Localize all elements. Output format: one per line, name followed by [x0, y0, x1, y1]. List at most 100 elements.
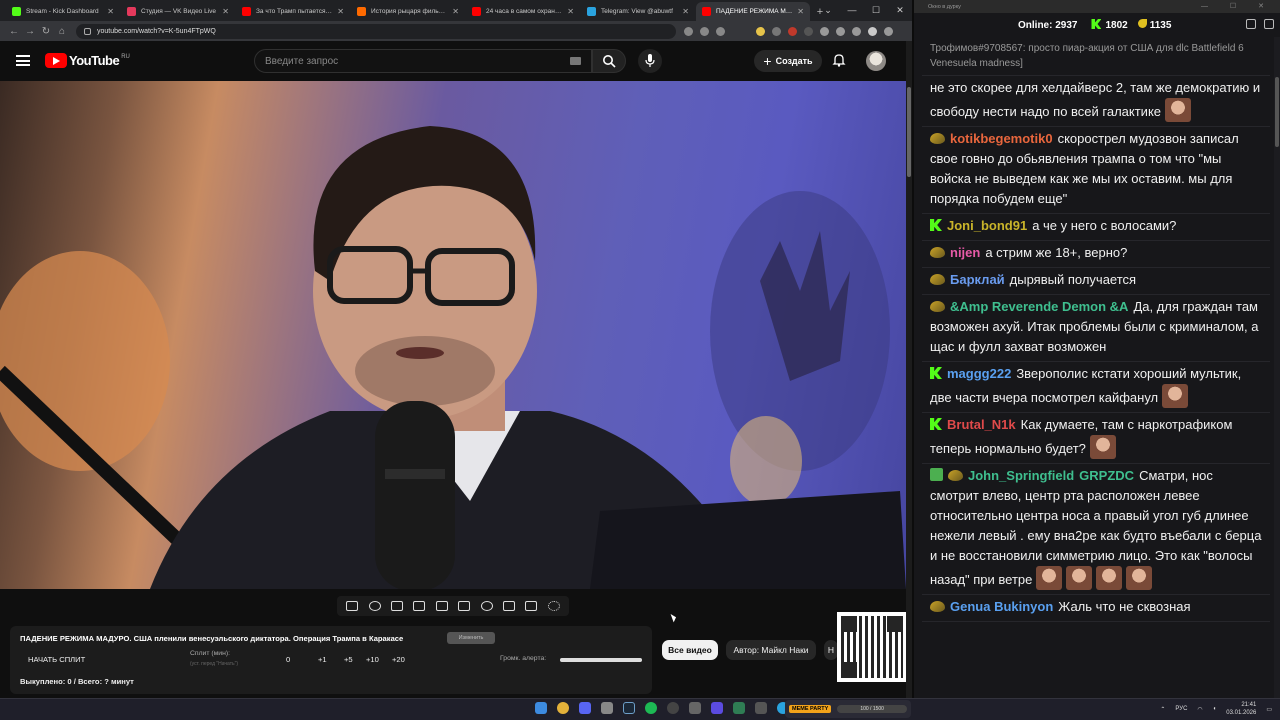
close-tab-icon[interactable]: ✕ [107, 7, 114, 16]
notifications-icon[interactable]: ▭ [1266, 706, 1272, 713]
youtube-logo[interactable]: YouTube RU [45, 53, 130, 68]
add-20-button[interactable]: +20 [392, 655, 405, 664]
download-icon[interactable] [836, 26, 845, 36]
tab-search-icon[interactable]: ⌄ [816, 0, 840, 20]
clock[interactable]: 21:41 03.01.2026 [1226, 701, 1256, 717]
profile-icon[interactable] [868, 26, 877, 36]
zoom-icon[interactable] [684, 26, 693, 36]
extension-yellow-icon[interactable] [756, 26, 765, 36]
chat-username[interactable]: Genua Bukinyon [950, 599, 1053, 614]
start-windows-icon[interactable] [535, 702, 547, 714]
create-button[interactable]: + Создать [754, 50, 822, 72]
meme-party-widget[interactable]: MEME PARTY 100 / 1500 [785, 700, 911, 718]
chat-settings-icon[interactable] [1246, 19, 1256, 29]
split-view-icon[interactable] [852, 26, 861, 36]
language-indicator[interactable]: РУС [1175, 706, 1187, 712]
chat-username[interactable]: maggg222 [947, 366, 1011, 381]
cast-icon[interactable] [700, 26, 709, 36]
app-icon[interactable] [733, 702, 745, 714]
search-button[interactable] [592, 49, 626, 73]
filter-all-videos[interactable]: Все видео [662, 640, 718, 660]
account-avatar[interactable] [866, 51, 886, 71]
keyboard-icon[interactable] [570, 57, 581, 65]
page-scrollbar-thumb[interactable] [907, 87, 911, 177]
menu-dots-icon[interactable] [884, 26, 893, 36]
chat-scrollbar[interactable] [1274, 37, 1280, 698]
chat-username[interactable]: Brutal_N1k [947, 417, 1016, 432]
chat-username[interactable]: nijen [950, 245, 980, 260]
edit-chip[interactable]: Изменить [447, 632, 495, 644]
reload-icon[interactable]: ↻ [38, 26, 54, 37]
close-tab-icon[interactable]: ✕ [567, 7, 574, 16]
tab-film[interactable]: История рыцаря фильм, 2001✕ [351, 2, 465, 21]
chat-emote[interactable] [1165, 98, 1192, 122]
chat-username[interactable]: Joni_bond91 [947, 218, 1027, 233]
close-tab-icon[interactable]: ✕ [682, 7, 689, 16]
extension-grey-icon[interactable] [772, 26, 781, 36]
minimize-button[interactable]: — [840, 0, 864, 20]
wifi-icon[interactable]: ◠ [1197, 706, 1202, 713]
stats-icon[interactable] [458, 601, 471, 611]
theater-icon[interactable] [435, 601, 448, 611]
loop-icon[interactable] [346, 601, 359, 611]
tab-youtube-2[interactable]: 24 часа в самом охраняемом✕ [466, 2, 580, 21]
clip-icon[interactable] [502, 601, 515, 611]
settings-gear-icon[interactable] [547, 601, 560, 611]
add-1-button[interactable]: +1 [318, 655, 327, 664]
close-window-button[interactable]: ✕ [888, 0, 912, 20]
add-10-button[interactable]: +10 [366, 655, 379, 664]
filter-next[interactable]: Н [824, 640, 838, 660]
forward-icon[interactable]: → [22, 26, 38, 37]
close-tab-icon[interactable]: ✕ [452, 7, 459, 16]
extension-red-icon[interactable] [788, 26, 797, 36]
home-icon[interactable]: ⌂ [54, 26, 70, 37]
chat-username[interactable]: kotikbegemotik0 [950, 131, 1053, 146]
tab-kick[interactable]: Stream - Kick Dashboard ✕ [6, 2, 120, 21]
obs-icon[interactable] [667, 702, 679, 714]
terminal-icon[interactable] [755, 702, 767, 714]
miniplayer-icon[interactable] [390, 601, 403, 611]
voice-search-button[interactable] [638, 49, 662, 73]
chat-emote[interactable] [1096, 566, 1123, 590]
tray-expand-icon[interactable]: ⌃ [1160, 706, 1165, 713]
cinema-icon[interactable] [413, 601, 426, 611]
video-player[interactable] [0, 81, 906, 589]
steam-icon[interactable] [623, 702, 635, 714]
chrome-icon[interactable] [557, 702, 569, 714]
notifications-bell-icon[interactable] [832, 53, 846, 67]
tab-youtube-1[interactable]: За что Трамп пытается убить✕ [236, 2, 350, 21]
chat-popout-icon[interactable] [1264, 19, 1274, 29]
tab-vk[interactable]: Студия — VK Видео Live ✕ [121, 2, 235, 21]
chat-username-tag[interactable]: GRPZDC [1079, 468, 1134, 483]
close-tab-icon[interactable]: ✕ [222, 7, 229, 16]
site-info-icon[interactable] [84, 27, 91, 35]
chat-scrollbar-thumb[interactable] [1275, 77, 1279, 147]
spotify-icon[interactable] [645, 702, 657, 714]
close-tab-icon[interactable]: ✕ [337, 7, 344, 16]
media-player-icon[interactable] [711, 702, 723, 714]
speed-icon[interactable] [480, 601, 493, 611]
chat-emote[interactable] [1126, 566, 1153, 590]
alert-volume-slider[interactable] [560, 658, 642, 662]
start-split-button[interactable]: НАЧАТЬ СПЛИТ [28, 655, 85, 664]
chat-window-controls[interactable]: — ☐ ✕ [1201, 2, 1274, 10]
tab-telegram[interactable]: Telegram: View @abuwtf ✕ [581, 2, 695, 21]
back-icon[interactable]: ← [6, 26, 22, 37]
volume-icon[interactable]: ◖ [1213, 706, 1217, 712]
browser-app-icon[interactable] [601, 702, 613, 714]
chat-username[interactable]: &Amp Reverende Demon &A [950, 299, 1128, 314]
close-tab-icon[interactable]: ✕ [797, 7, 804, 16]
url-field[interactable]: youtube.com/watch?v=K-5un4FTpWQ [76, 23, 676, 39]
chat-emote[interactable] [1036, 566, 1063, 590]
chat-emote[interactable] [1066, 566, 1093, 590]
bookmark-star-icon[interactable] [716, 26, 725, 36]
search-input[interactable]: Введите запрос [254, 49, 592, 73]
discord-icon[interactable] [579, 702, 591, 714]
extension-dark-icon[interactable] [804, 26, 813, 36]
add-5-button[interactable]: +5 [344, 655, 353, 664]
maximize-button[interactable]: ☐ [864, 0, 888, 20]
chat-username[interactable]: Барклай [950, 272, 1005, 287]
tab-youtube-active[interactable]: ПАДЕНИЕ РЕЖИМА МАДУРО✕ [696, 2, 810, 21]
chat-username[interactable]: John_Springfield [968, 468, 1074, 483]
chat-emote[interactable] [1162, 384, 1189, 408]
